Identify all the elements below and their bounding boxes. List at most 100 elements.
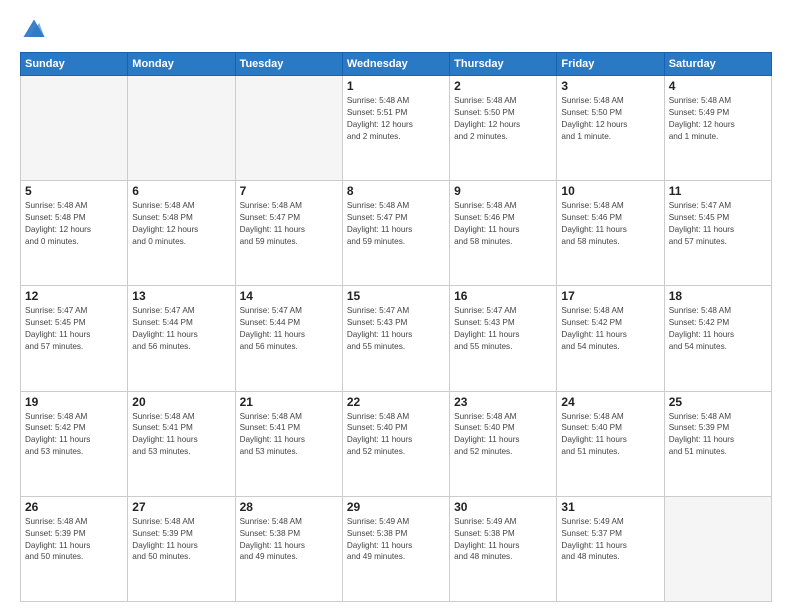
day-info: Sunrise: 5:48 AMSunset: 5:41 PMDaylight:… (240, 411, 338, 459)
day-info-line: and 55 minutes. (454, 342, 512, 351)
day-info-line: Sunrise: 5:48 AM (454, 412, 516, 421)
day-info-line: and 0 minutes. (25, 237, 79, 246)
weekday-header-tuesday: Tuesday (235, 53, 342, 76)
day-number: 12 (25, 289, 123, 303)
day-info-line: Sunset: 5:43 PM (347, 318, 408, 327)
calendar-week-5: 26Sunrise: 5:48 AMSunset: 5:39 PMDayligh… (21, 496, 772, 601)
day-info-line: Daylight: 11 hours (347, 541, 412, 550)
day-info-line: Sunrise: 5:48 AM (240, 517, 302, 526)
calendar-cell: 1Sunrise: 5:48 AMSunset: 5:51 PMDaylight… (342, 76, 449, 181)
day-info-line: Sunrise: 5:48 AM (240, 201, 302, 210)
day-number: 11 (669, 184, 767, 198)
day-info: Sunrise: 5:48 AMSunset: 5:48 PMDaylight:… (132, 200, 230, 248)
day-info-line: Sunset: 5:47 PM (347, 213, 408, 222)
day-number: 23 (454, 395, 552, 409)
day-info: Sunrise: 5:48 AMSunset: 5:42 PMDaylight:… (669, 305, 767, 353)
day-info-line: Daylight: 11 hours (25, 435, 90, 444)
day-info-line: Sunrise: 5:47 AM (669, 201, 731, 210)
day-info-line: Daylight: 11 hours (132, 435, 197, 444)
day-info-line: and 1 minute. (561, 132, 611, 141)
day-info-line: and 2 minutes. (454, 132, 508, 141)
day-info-line: and 50 minutes. (132, 552, 190, 561)
day-info-line: Sunrise: 5:48 AM (25, 517, 87, 526)
day-info-line: and 55 minutes. (347, 342, 405, 351)
day-info-line: Sunset: 5:48 PM (132, 213, 193, 222)
day-info-line: Sunrise: 5:48 AM (347, 412, 409, 421)
day-info-line: Sunrise: 5:48 AM (669, 412, 731, 421)
day-info-line: Daylight: 12 hours (132, 225, 198, 234)
day-info-line: and 52 minutes. (454, 447, 512, 456)
calendar-week-2: 5Sunrise: 5:48 AMSunset: 5:48 PMDaylight… (21, 181, 772, 286)
day-info-line: Daylight: 11 hours (561, 435, 626, 444)
logo-icon (20, 16, 48, 44)
calendar-cell: 23Sunrise: 5:48 AMSunset: 5:40 PMDayligh… (450, 391, 557, 496)
day-info-line: Daylight: 12 hours (669, 120, 735, 129)
day-info-line: Sunset: 5:40 PM (347, 423, 408, 432)
day-info-line: and 50 minutes. (25, 552, 83, 561)
day-info: Sunrise: 5:47 AM Sunset: 5:43 PM Daylight:… (347, 305, 445, 353)
day-info-line: Sunrise: 5:48 AM (25, 412, 87, 421)
day-info-line: and 49 minutes. (347, 552, 405, 561)
day-info-line: Daylight: 11 hours (454, 225, 519, 234)
day-number: 15 (347, 289, 445, 303)
weekday-header-sunday: Sunday (21, 53, 128, 76)
calendar-cell: 28Sunrise: 5:48 AMSunset: 5:38 PMDayligh… (235, 496, 342, 601)
calendar-cell: 25Sunrise: 5:48 AMSunset: 5:39 PMDayligh… (664, 391, 771, 496)
day-info-line: and 59 minutes. (240, 237, 298, 246)
day-info-line: and 54 minutes. (561, 342, 619, 351)
day-info-line: Daylight: 11 hours (240, 435, 305, 444)
day-info: Sunrise: 5:49 AMSunset: 5:38 PMDaylight:… (347, 516, 445, 564)
day-info-line: Daylight: 11 hours (561, 330, 626, 339)
day-info: Sunrise: 5:48 AMSunset: 5:42 PMDaylight:… (561, 305, 659, 353)
day-number: 29 (347, 500, 445, 514)
day-info-line: and 57 minutes. (25, 342, 83, 351)
day-info-line: Sunrise: 5:48 AM (669, 96, 731, 105)
calendar-cell: 11Sunrise: 5:47 AMSunset: 5:45 PMDayligh… (664, 181, 771, 286)
day-info-line: Sunrise: 5:47 AM (454, 306, 516, 315)
weekday-header-monday: Monday (128, 53, 235, 76)
calendar-cell: 15 Sunrise: 5:47 AM Sunset: 5:43 PM Dayligh… (342, 286, 449, 391)
day-info-line: and 49 minutes. (240, 552, 298, 561)
day-info-line: Sunrise: 5:48 AM (347, 96, 409, 105)
day-info-line: Sunrise: 5:48 AM (347, 201, 409, 210)
day-info-line: Daylight: 12 hours (561, 120, 627, 129)
day-info-line: Sunrise: 5:48 AM (240, 412, 302, 421)
day-info-line: Sunrise: 5:48 AM (454, 96, 516, 105)
calendar-cell (235, 76, 342, 181)
calendar-cell: 30Sunrise: 5:49 AMSunset: 5:38 PMDayligh… (450, 496, 557, 601)
day-number: 24 (561, 395, 659, 409)
day-info-line: Daylight: 11 hours (25, 330, 90, 339)
day-info: Sunrise: 5:48 AMSunset: 5:40 PMDaylight:… (561, 411, 659, 459)
day-info-line: Sunrise: 5:48 AM (561, 201, 623, 210)
day-info-line: Sunset: 5:44 PM (240, 318, 301, 327)
day-number: 20 (132, 395, 230, 409)
day-number: 17 (561, 289, 659, 303)
day-info-line: and 54 minutes. (669, 342, 727, 351)
day-info-line: and 53 minutes. (240, 447, 298, 456)
day-info: Sunrise: 5:47 AMSunset: 5:45 PMDaylight:… (25, 305, 123, 353)
calendar-cell: 13Sunrise: 5:47 AMSunset: 5:44 PMDayligh… (128, 286, 235, 391)
day-info-line: and 51 minutes. (669, 447, 727, 456)
day-info-line: Daylight: 11 hours (561, 541, 626, 550)
day-number: 5 (25, 184, 123, 198)
day-info-line: Sunrise: 5:49 AM (561, 517, 623, 526)
day-info-line: Sunset: 5:41 PM (132, 423, 193, 432)
day-info-line: Sunset: 5:43 PM (454, 318, 515, 327)
calendar-week-1: 1Sunrise: 5:48 AMSunset: 5:51 PMDaylight… (21, 76, 772, 181)
day-info-line: Sunrise: 5:47 AM (347, 306, 409, 315)
day-info-line: and 0 minutes. (132, 237, 186, 246)
day-number: 9 (454, 184, 552, 198)
day-info-line: Sunset: 5:44 PM (132, 318, 193, 327)
day-info-line: Daylight: 12 hours (347, 120, 413, 129)
day-info-line: Sunset: 5:46 PM (561, 213, 622, 222)
weekday-header-wednesday: Wednesday (342, 53, 449, 76)
calendar-cell: 31Sunrise: 5:49 AMSunset: 5:37 PMDayligh… (557, 496, 664, 601)
calendar-cell: 9Sunrise: 5:48 AMSunset: 5:46 PMDaylight… (450, 181, 557, 286)
day-number: 19 (25, 395, 123, 409)
day-info-line: Sunrise: 5:47 AM (240, 306, 302, 315)
calendar-header: SundayMondayTuesdayWednesdayThursdayFrid… (21, 53, 772, 76)
day-info-line: Daylight: 11 hours (240, 330, 305, 339)
day-number: 25 (669, 395, 767, 409)
day-info-line: and 57 minutes. (669, 237, 727, 246)
day-info-line: Daylight: 11 hours (347, 330, 412, 339)
